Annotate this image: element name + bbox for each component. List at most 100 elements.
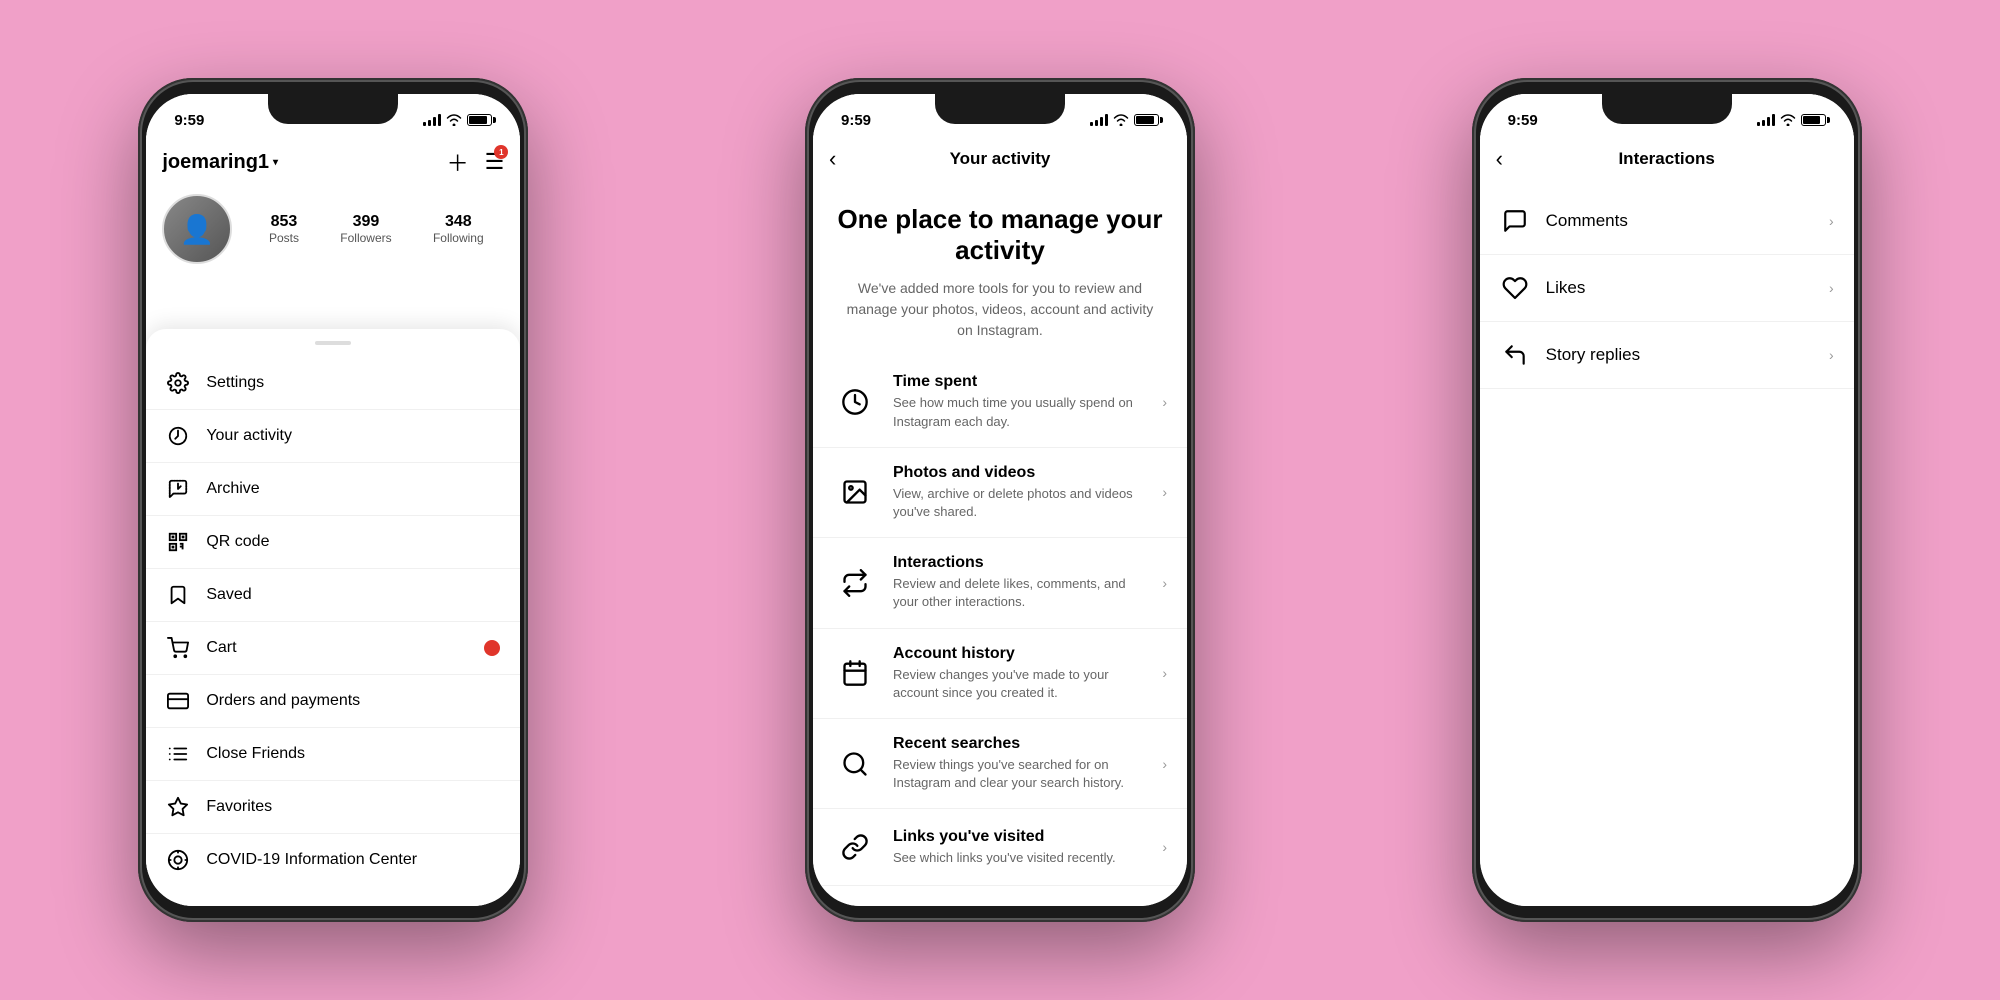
- menu-item-archive[interactable]: Archive: [146, 463, 520, 516]
- archived-icon: [833, 902, 877, 906]
- cart-icon: [166, 636, 190, 660]
- friends-icon: [166, 742, 190, 766]
- reply-icon: [1500, 340, 1530, 370]
- time-spent-title: Time spent: [893, 373, 1146, 391]
- wifi-icon-2: [1113, 114, 1129, 126]
- status-icons-2: [1090, 114, 1159, 126]
- qr-label: QR code: [206, 533, 500, 551]
- activity-title: Your activity: [950, 149, 1051, 169]
- interaction-row-comments[interactable]: Comments ›: [1480, 188, 1854, 255]
- wifi-icon: [446, 114, 462, 126]
- username-button[interactable]: joemaring1 ▾: [162, 151, 278, 174]
- archive-label: Archive: [206, 480, 500, 498]
- battery-icon-3: [1801, 114, 1826, 126]
- interactions-desc: Review and delete likes, comments, and y…: [893, 575, 1146, 611]
- settings-icon: [166, 371, 190, 395]
- menu-item-cart[interactable]: Cart: [146, 622, 520, 675]
- avatar[interactable]: 👤: [162, 194, 232, 264]
- chevron-icon-comments: ›: [1829, 213, 1834, 229]
- interactions-list: Comments › Likes › Story replies: [1480, 180, 1854, 389]
- interactions-title: Interactions: [893, 554, 1146, 572]
- menu-button[interactable]: ☰ 1: [485, 149, 505, 175]
- chevron-icon-searches: ›: [1162, 756, 1167, 772]
- activity-list: Time spent See how much time you usually…: [813, 357, 1187, 906]
- phone-2: 9:59: [805, 78, 1195, 922]
- menu-item-covid[interactable]: COVID-19 Information Center: [146, 834, 520, 886]
- activity-hero-title: One place to manage your activity: [837, 204, 1163, 266]
- activity-row-links[interactable]: Links you've visited See which links you…: [813, 809, 1187, 886]
- menu-item-friends[interactable]: Close Friends: [146, 728, 520, 781]
- covid-label: COVID-19 Information Center: [206, 851, 500, 869]
- activity-row-time[interactable]: Time spent See how much time you usually…: [813, 357, 1187, 447]
- menu-item-qr[interactable]: QR code: [146, 516, 520, 569]
- activity-hero-desc: We've added more tools for you to review…: [837, 278, 1163, 341]
- chevron-icon-story-replies: ›: [1829, 347, 1834, 363]
- notification-badge: 1: [494, 145, 508, 159]
- signal-icon: [423, 114, 441, 126]
- history-icon: [833, 651, 877, 695]
- followers-label: Followers: [340, 231, 391, 245]
- search-icon: [833, 742, 877, 786]
- activity-row-archived[interactable]: Archived View and manage content you've …: [813, 886, 1187, 906]
- photos-icon: [833, 470, 877, 514]
- following-stat[interactable]: 348 Following: [433, 213, 484, 245]
- activity-row-history[interactable]: Account history Review changes you've ma…: [813, 629, 1187, 719]
- time-spent-text: Time spent See how much time you usually…: [893, 373, 1146, 430]
- screen-2: 9:59: [813, 94, 1187, 906]
- phone2-content: 9:59: [813, 94, 1187, 906]
- activity-row-photos[interactable]: Photos and videos View, archive or delet…: [813, 448, 1187, 538]
- back-button-3[interactable]: ‹: [1496, 146, 1528, 172]
- searches-title: Recent searches: [893, 735, 1146, 753]
- friends-label: Close Friends: [206, 745, 500, 763]
- chevron-icon-time: ›: [1162, 394, 1167, 410]
- time-1: 9:59: [174, 112, 204, 129]
- chevron-icon-photos: ›: [1162, 484, 1167, 500]
- interaction-row-story-replies[interactable]: Story replies ›: [1480, 322, 1854, 389]
- activity-row-searches[interactable]: Recent searches Review things you've sea…: [813, 719, 1187, 809]
- archive-icon: [166, 477, 190, 501]
- battery-icon-2: [1134, 114, 1159, 126]
- username-text: joemaring1: [162, 151, 269, 174]
- signal-icon-3: [1757, 114, 1775, 126]
- activity-hero: One place to manage your activity We've …: [813, 180, 1187, 357]
- header-actions: ＋ ☰ 1: [447, 146, 505, 178]
- photos-desc: View, archive or delete photos and video…: [893, 485, 1146, 521]
- interactions-text: Interactions Review and delete likes, co…: [893, 554, 1146, 611]
- menu-item-favorites[interactable]: Favorites: [146, 781, 520, 834]
- settings-label: Settings: [206, 374, 500, 392]
- profile-stats: 👤 853 Posts 399 Followers 348 Following: [146, 186, 520, 276]
- interactions-page-title: Interactions: [1618, 149, 1714, 169]
- followers-stat[interactable]: 399 Followers: [340, 213, 391, 245]
- chevron-icon-interactions: ›: [1162, 575, 1167, 591]
- following-count: 348: [445, 213, 472, 231]
- wifi-icon-3: [1780, 114, 1796, 126]
- time-3: 9:59: [1508, 112, 1538, 129]
- menu-item-orders[interactable]: Orders and payments: [146, 675, 520, 728]
- menu-item-settings[interactable]: Settings: [146, 357, 520, 410]
- activity-row-interactions[interactable]: Interactions Review and delete likes, co…: [813, 538, 1187, 628]
- activity-page-header: ‹ Your activity: [813, 138, 1187, 180]
- time-spent-desc: See how much time you usually spend on I…: [893, 394, 1146, 430]
- archived-title: Archived: [893, 905, 1146, 906]
- menu-item-activity[interactable]: Your activity: [146, 410, 520, 463]
- archived-text: Archived View and manage content you've …: [893, 905, 1146, 906]
- phone1-content: 9:59: [146, 94, 520, 906]
- favorites-label: Favorites: [206, 798, 500, 816]
- covid-icon: [166, 848, 190, 872]
- cart-badge: [484, 640, 500, 656]
- favorites-icon: [166, 795, 190, 819]
- posts-label: Posts: [269, 231, 299, 245]
- likes-label: Likes: [1546, 278, 1813, 298]
- notch-2: [935, 94, 1065, 124]
- links-text: Links you've visited See which links you…: [893, 828, 1146, 867]
- followers-count: 399: [353, 213, 380, 231]
- menu-item-saved[interactable]: Saved: [146, 569, 520, 622]
- back-button-2[interactable]: ‹: [829, 146, 861, 172]
- ig-header: joemaring1 ▾ ＋ ☰ 1: [146, 138, 520, 186]
- stats-group: 853 Posts 399 Followers 348 Following: [248, 213, 504, 245]
- add-icon[interactable]: ＋: [447, 146, 469, 178]
- comment-icon: [1500, 206, 1530, 236]
- comments-label: Comments: [1546, 211, 1813, 231]
- status-icons-3: [1757, 114, 1826, 126]
- interaction-row-likes[interactable]: Likes ›: [1480, 255, 1854, 322]
